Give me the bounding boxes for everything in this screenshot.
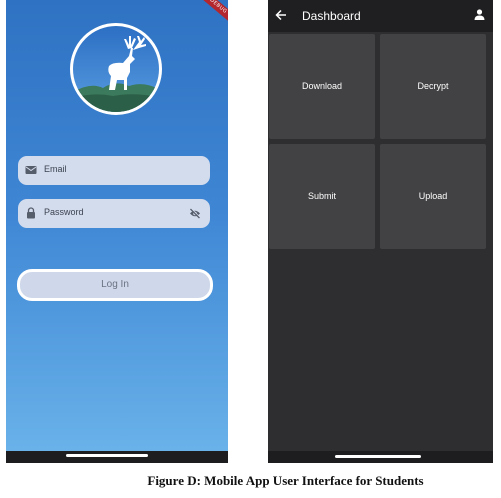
home-indicator[interactable] — [66, 454, 148, 457]
email-field[interactable]: Email — [18, 156, 210, 185]
eye-off-icon[interactable] — [189, 208, 201, 219]
mail-icon — [25, 166, 37, 174]
login-screen: ···· ·· DEBUG Email Password Log In — [6, 0, 228, 460]
app-bar: Dashboard — [268, 0, 493, 32]
dashboard-screen: Dashboard Download Decrypt Submit Upload — [268, 0, 493, 460]
lock-icon — [27, 207, 35, 219]
status-text: ···· ·· — [178, 0, 194, 4]
status-bar: ···· ·· — [6, 0, 228, 6]
password-placeholder: Password — [44, 207, 84, 217]
person-icon[interactable] — [474, 9, 485, 20]
decrypt-tile[interactable]: Decrypt — [380, 34, 486, 139]
email-placeholder: Email — [44, 164, 67, 174]
deer-icon — [70, 23, 162, 115]
password-field[interactable]: Password — [18, 199, 210, 228]
login-button[interactable]: Log In — [17, 269, 213, 301]
submit-tile[interactable]: Submit — [269, 144, 375, 249]
system-nav-bar — [6, 451, 228, 463]
download-tile[interactable]: Download — [269, 34, 375, 139]
arrow-back-icon[interactable] — [275, 9, 287, 21]
home-indicator-right[interactable] — [335, 455, 421, 458]
page-title: Dashboard — [302, 9, 361, 23]
upload-tile[interactable]: Upload — [380, 144, 486, 249]
figure-caption: Figure D: Mobile App User Interface for … — [147, 473, 424, 488]
